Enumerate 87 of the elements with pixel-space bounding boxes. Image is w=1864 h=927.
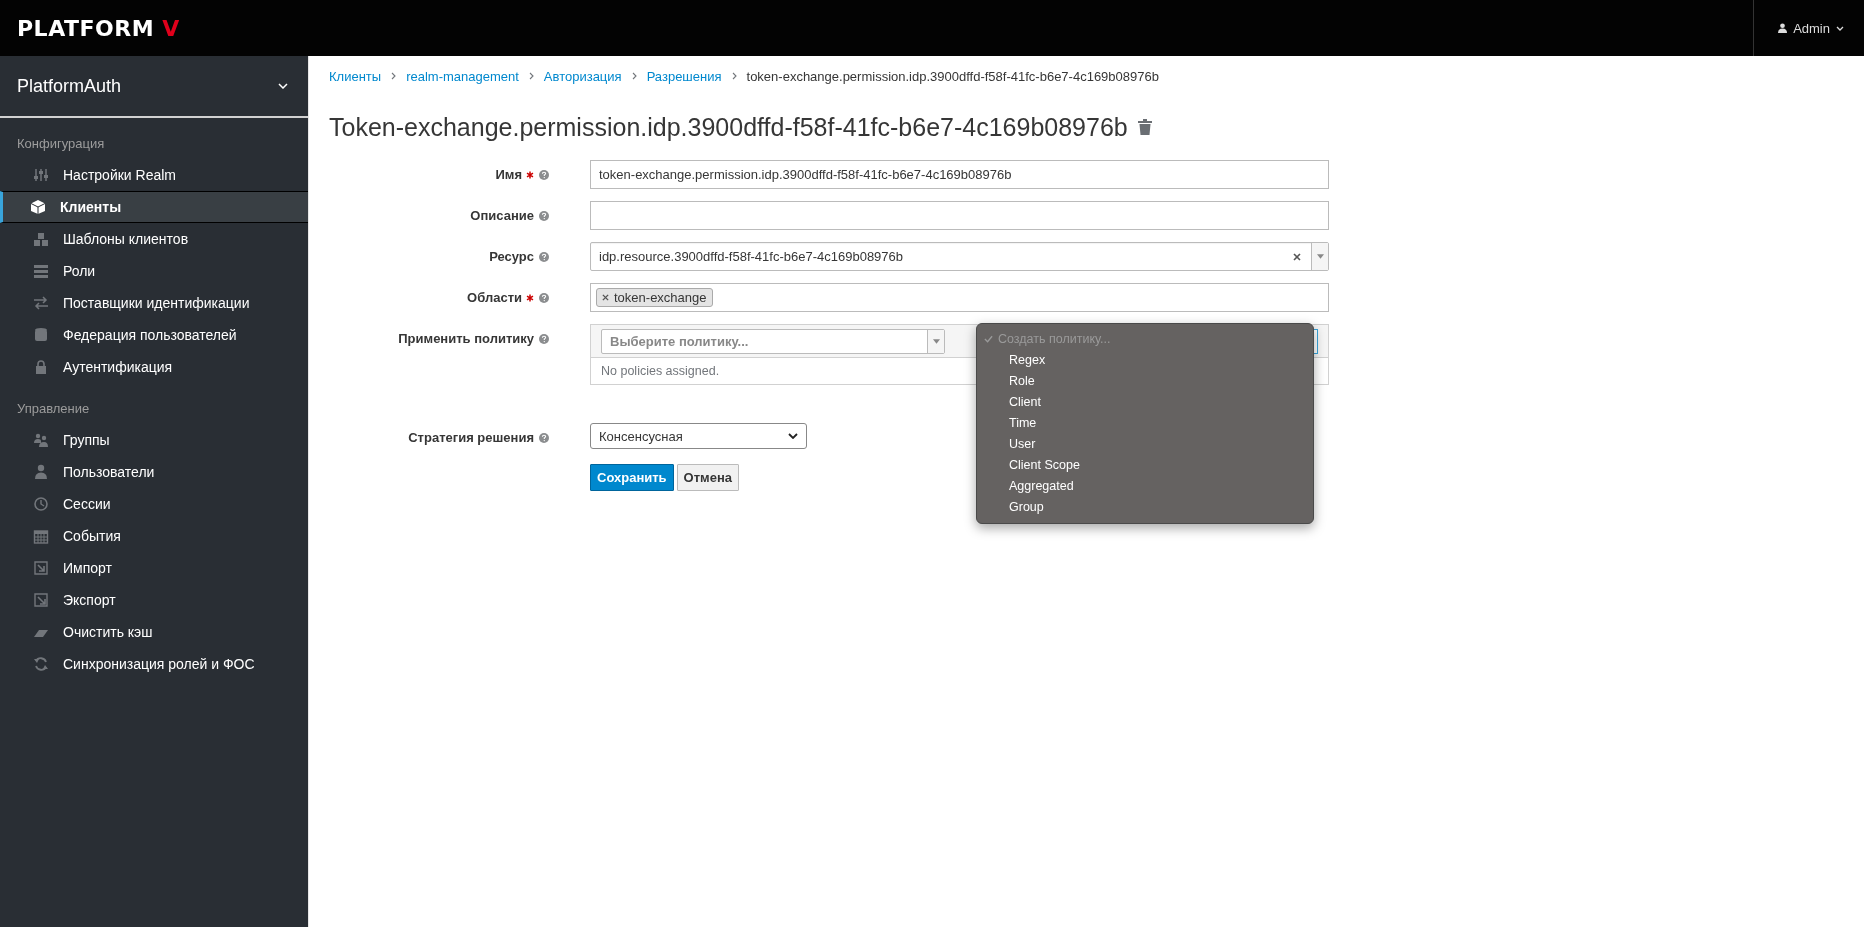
help-icon[interactable]	[539, 432, 549, 443]
resource-select[interactable]: idp.resource.3900dffd-f58f-41fc-b6e7-4c169b08976b	[590, 242, 1329, 271]
sliders-icon	[33, 167, 49, 183]
chevron-icon	[731, 72, 737, 80]
sidebar-item[interactable]: Настройки Realm	[0, 159, 308, 191]
field-label: Стратегия решения	[408, 430, 534, 445]
trash-icon[interactable]	[1137, 119, 1152, 135]
user-icon	[33, 464, 49, 480]
export-icon	[33, 592, 49, 608]
menu-option[interactable]: User	[977, 433, 1313, 454]
arrows-icon	[33, 295, 49, 311]
cube-icon	[30, 199, 46, 215]
lock-icon	[33, 359, 49, 375]
page-title: Token-exchange.permission.idp.3900dffd-f58f-41fc-b6e7-4c169b08976b	[329, 112, 1128, 142]
section-title: Конфигурация	[16, 135, 106, 153]
chevron-icon	[788, 433, 798, 439]
tags-field[interactable]: token-exchange	[590, 283, 1329, 312]
help-icon[interactable]	[539, 333, 549, 344]
menu-option[interactable]: Client	[977, 391, 1313, 412]
clock-icon	[33, 496, 49, 512]
chevron-icon	[391, 72, 397, 80]
required-icon	[526, 170, 534, 179]
breadcrumb-link[interactable]: Авторизация	[543, 68, 622, 84]
user-icon	[1778, 23, 1788, 33]
sidebar-item[interactable]: Экспорт	[0, 584, 308, 616]
caret-icon	[932, 338, 940, 344]
help-icon[interactable]	[539, 210, 549, 221]
menu-option[interactable]: Role	[977, 370, 1313, 391]
field-label: Применить политику	[398, 331, 534, 346]
sidebar-item[interactable]: Импорт	[0, 552, 308, 584]
remove-icon[interactable]	[602, 294, 609, 301]
sidebar-item[interactable]: Роли	[0, 255, 308, 287]
database-icon	[33, 327, 49, 343]
list-icon	[33, 263, 49, 279]
menu-option[interactable]: Group	[977, 496, 1313, 517]
required-icon	[526, 293, 534, 302]
sidebar-item[interactable]: События	[0, 520, 308, 552]
field-label: Имя	[495, 167, 522, 182]
menu-option[interactable]: Client Scope	[977, 454, 1313, 475]
tag-chip[interactable]: token-exchange	[596, 288, 713, 307]
import-icon	[33, 560, 49, 576]
user-menu[interactable]: Admin	[1753, 0, 1864, 56]
logo-accent: V	[162, 15, 180, 41]
breadcrumb-current: token-exchange.permission.idp.3900dffd-f58f-41fc-b6e7-4c169b08976b	[746, 68, 1159, 84]
breadcrumb-link[interactable]: Клиенты	[329, 68, 382, 84]
sidebar-item[interactable]: Очистить кэш	[0, 616, 308, 648]
menu-option[interactable]: Time	[977, 412, 1313, 433]
realm-selector[interactable]: PlatformAuth	[0, 56, 308, 118]
text-field[interactable]	[590, 201, 1329, 230]
policy-select[interactable]: Выберите политику...	[601, 328, 945, 354]
menu-option[interactable]: Regex	[977, 349, 1313, 370]
clear-icon[interactable]	[1293, 252, 1301, 261]
caret-icon	[1316, 254, 1324, 259]
sidebar-item[interactable]: Федерация пользователей	[0, 319, 308, 351]
help-icon[interactable]	[539, 292, 549, 303]
check-icon	[984, 334, 993, 343]
field-label: Области	[467, 290, 522, 305]
sidebar-item[interactable]: Шаблоны клиентов	[0, 223, 308, 255]
logo[interactable]: PLATFORM V	[17, 15, 180, 41]
field-label: Описание	[470, 208, 534, 223]
help-icon[interactable]	[539, 251, 549, 262]
sidebar-item[interactable]: Поставщики идентификации	[0, 287, 308, 319]
empty-message: No policies assigned.	[601, 364, 720, 378]
users-icon	[33, 432, 49, 448]
breadcrumb-link[interactable]: Разрешения	[646, 68, 722, 84]
sidebar-item[interactable]: Пользователи	[0, 456, 308, 488]
chevron-icon	[528, 72, 534, 80]
caret-icon	[1836, 25, 1844, 31]
chevron-icon	[278, 83, 288, 89]
field-label: Ресурс	[489, 249, 534, 264]
help-icon[interactable]	[539, 169, 549, 180]
section-title: Управление	[16, 400, 91, 418]
sidebar-item[interactable]: Аутентификация	[0, 351, 308, 383]
text-field[interactable]: token-exchange.permission.idp.3900dffd-f58f-41fc-b6e7-4c169b08976b	[590, 160, 1329, 189]
sidebar-item[interactable]: Сессии	[0, 488, 308, 520]
chevron-icon	[631, 72, 637, 80]
cancel-button[interactable]: Отмена	[676, 464, 740, 491]
cubes-icon	[33, 231, 49, 247]
calendar-icon	[33, 528, 49, 544]
save-button[interactable]: Сохранить	[590, 464, 674, 491]
strategy-select[interactable]: Консенсусная	[590, 423, 807, 449]
menu-option[interactable]: Aggregated	[977, 475, 1313, 496]
refresh-icon	[33, 656, 49, 672]
sidebar-item[interactable]: Группы	[0, 424, 308, 456]
breadcrumb-link[interactable]: realm-management	[406, 68, 519, 84]
sidebar-item[interactable]: Синхронизация ролей и ФОС	[0, 648, 308, 680]
sidebar-item[interactable]: Клиенты	[0, 191, 308, 223]
